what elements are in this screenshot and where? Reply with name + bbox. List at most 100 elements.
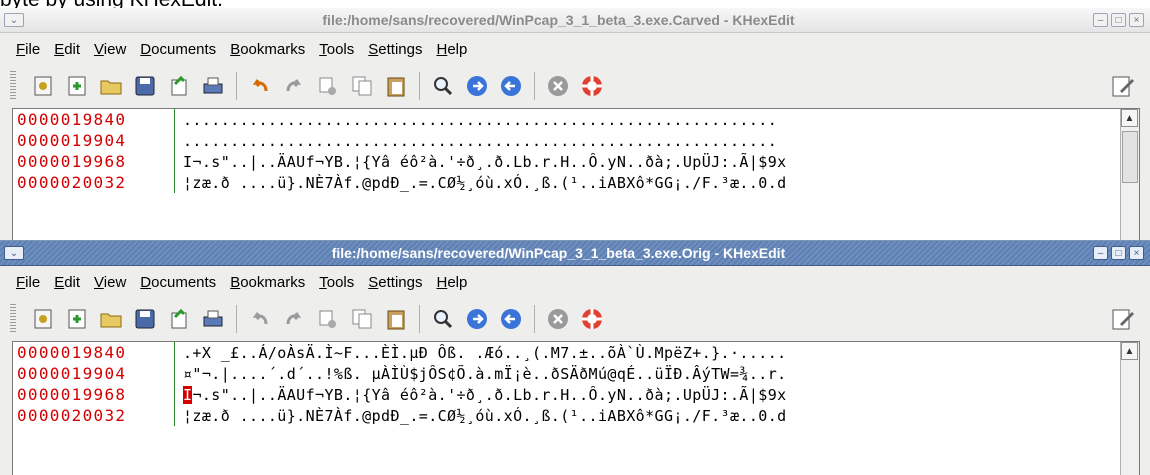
cut-icon[interactable] — [311, 303, 345, 335]
find-icon[interactable] — [426, 70, 460, 102]
menu-accelerator: H — [436, 273, 448, 291]
system-menu-button[interactable]: ⌄ — [4, 13, 24, 27]
forward-icon[interactable] — [460, 303, 494, 335]
menu-settings[interactable]: Settings — [368, 41, 422, 58]
hex-view[interactable]: 0000019840 .+X _£..Á/oÀsÄ.Ì~F...ÈÌ.µÐ Ôß… — [12, 341, 1140, 475]
save-icon[interactable] — [128, 303, 162, 335]
export-icon[interactable] — [162, 303, 196, 335]
hex-view[interactable]: 0000019840 .............................… — [12, 108, 1140, 248]
khexedit-window-carved: ⌄ file:/home/sans/recovered/WinPcap_3_1_… — [0, 8, 1150, 248]
toolbar-grip[interactable] — [10, 71, 16, 101]
document-properties-icon[interactable] — [26, 303, 60, 335]
row-chars[interactable]: ........................................… — [175, 132, 1123, 150]
back-icon[interactable] — [494, 303, 528, 335]
menu-tools[interactable]: Tools — [319, 274, 354, 291]
paste-icon[interactable] — [379, 70, 413, 102]
menu-file[interactable]: File — [16, 274, 40, 291]
hex-row: 0000019840 .............................… — [13, 109, 1139, 130]
menu-tools[interactable]: Tools — [319, 41, 354, 58]
print-icon[interactable] — [196, 303, 230, 335]
menu-documents[interactable]: Documents — [140, 41, 216, 58]
menubar: File Edit View Documents Bookmarks Tools… — [0, 267, 1150, 297]
menu-accelerator: D — [140, 40, 152, 58]
menu-bookmarks[interactable]: Bookmarks — [230, 274, 305, 291]
menu-help[interactable]: Help — [436, 274, 467, 291]
export-icon[interactable] — [162, 70, 196, 102]
edit-pen-icon[interactable] — [1106, 70, 1140, 102]
row-chars[interactable]: ¦zæ.ð ....ü}.NÈ7Àf.@pdÐ_.=.CØ½¸óù.xÓ.¸ß.… — [175, 407, 1123, 425]
open-folder-icon[interactable] — [94, 70, 128, 102]
copy-icon[interactable] — [345, 70, 379, 102]
hex-row: 0000019904 ¤"¬.|....´.d´..!%ß. µÀÌÙ$jÔS¢… — [13, 363, 1139, 384]
scroll-thumb[interactable] — [1122, 131, 1138, 183]
hex-row: 0000019904 .............................… — [13, 130, 1139, 151]
menu-help[interactable]: Help — [436, 41, 467, 58]
menu-accelerator: V — [94, 273, 104, 291]
menu-edit[interactable]: Edit — [54, 274, 80, 291]
copy-icon[interactable] — [345, 303, 379, 335]
row-chars-rest: ¬.s"..|..ÄAUf¬YB.¦{Yâ éô²à.'÷ð¸.ð.Lb.r.H… — [192, 385, 787, 404]
vertical-scrollbar[interactable]: ▲ — [1120, 109, 1139, 248]
row-chars[interactable]: ¤"¬.|....´.d´..!%ß. µÀÌÙ$jÔS¢Õ.à.mÏ¡è..ð… — [175, 365, 1123, 383]
maximize-button[interactable]: □ — [1111, 13, 1126, 27]
help-icon[interactable] — [575, 70, 609, 102]
menu-file[interactable]: File — [16, 41, 40, 58]
maximize-button[interactable]: □ — [1111, 246, 1126, 260]
forward-icon[interactable] — [460, 70, 494, 102]
menu-accelerator: D — [140, 273, 152, 291]
help-icon[interactable] — [575, 303, 609, 335]
minimize-button[interactable]: – — [1093, 13, 1108, 27]
paste-icon[interactable] — [379, 303, 413, 335]
row-offset: 0000019904 — [13, 363, 175, 384]
titlebar[interactable]: ⌄ file:/home/sans/recovered/WinPcap_3_1_… — [0, 8, 1150, 33]
menu-accelerator: T — [319, 273, 327, 291]
menu-accelerator: S — [368, 273, 379, 291]
menu-settings[interactable]: Settings — [368, 274, 422, 291]
vertical-scrollbar[interactable]: ▲ — [1120, 342, 1139, 475]
menu-view[interactable]: View — [94, 41, 126, 58]
close-button[interactable]: × — [1129, 246, 1144, 260]
edit-pen-icon[interactable] — [1106, 303, 1140, 335]
stop-icon[interactable] — [541, 303, 575, 335]
redo-icon[interactable] — [277, 70, 311, 102]
new-document-icon[interactable] — [60, 303, 94, 335]
undo-icon[interactable] — [243, 70, 277, 102]
toolbar-grip[interactable] — [10, 304, 16, 334]
window-title: file:/home/sans/recovered/WinPcap_3_1_be… — [322, 12, 795, 28]
hex-row: 0000020032 ¦zæ.ð ....ü}.NÈ7Àf.@pdÐ_.=.CØ… — [13, 405, 1139, 426]
cut-icon[interactable] — [311, 70, 345, 102]
stop-icon[interactable] — [541, 70, 575, 102]
redo-icon[interactable] — [277, 303, 311, 335]
back-icon[interactable] — [494, 70, 528, 102]
row-chars[interactable]: ¦zæ.ð ....ü}.NÈ7Àf.@pdÐ_.=.CØ½¸óù.xÓ.¸ß.… — [175, 174, 1123, 192]
menu-accelerator: E — [54, 273, 65, 291]
minimize-button[interactable]: – — [1093, 246, 1108, 260]
row-offset: 0000020032 — [13, 172, 175, 193]
row-offset: 0000019840 — [13, 109, 175, 130]
hex-row: 0000020032 ¦zæ.ð ....ü}.NÈ7Àf.@pdÐ_.=.CØ… — [13, 172, 1139, 193]
undo-icon[interactable] — [243, 303, 277, 335]
row-chars[interactable]: ........................................… — [175, 111, 1123, 129]
toolbar — [0, 299, 1150, 339]
find-icon[interactable] — [426, 303, 460, 335]
toolbar-separator — [236, 305, 237, 333]
row-chars[interactable]: I¬.s"..|..ÄAUf¬YB.¦{Yâ éô²à.'÷ð¸.ð.Lb.r.… — [175, 153, 1123, 171]
system-menu-button[interactable]: ⌄ — [4, 246, 24, 260]
menu-bookmarks[interactable]: Bookmarks — [230, 41, 305, 58]
menu-edit[interactable]: Edit — [54, 41, 80, 58]
save-icon[interactable] — [128, 70, 162, 102]
menu-documents[interactable]: Documents — [140, 274, 216, 291]
row-chars[interactable]: I¬.s"..|..ÄAUf¬YB.¦{Yâ éô²à.'÷ð¸.ð.Lb.r.… — [175, 385, 1123, 404]
toolbar-separator — [419, 305, 420, 333]
close-button[interactable]: × — [1129, 13, 1144, 27]
menu-view[interactable]: View — [94, 274, 126, 291]
row-chars[interactable]: .+X _£..Á/oÀsÄ.Ì~F...ÈÌ.µÐ Ôß. .Æó..¸(.M… — [175, 344, 1123, 362]
document-properties-icon[interactable] — [26, 70, 60, 102]
menubar: File Edit View Documents Bookmarks Tools… — [0, 34, 1150, 64]
open-folder-icon[interactable] — [94, 303, 128, 335]
scroll-up-arrow[interactable]: ▲ — [1121, 342, 1138, 360]
new-document-icon[interactable] — [60, 70, 94, 102]
titlebar[interactable]: ⌄ file:/home/sans/recovered/WinPcap_3_1_… — [0, 241, 1150, 266]
scroll-up-arrow[interactable]: ▲ — [1121, 109, 1138, 127]
print-icon[interactable] — [196, 70, 230, 102]
